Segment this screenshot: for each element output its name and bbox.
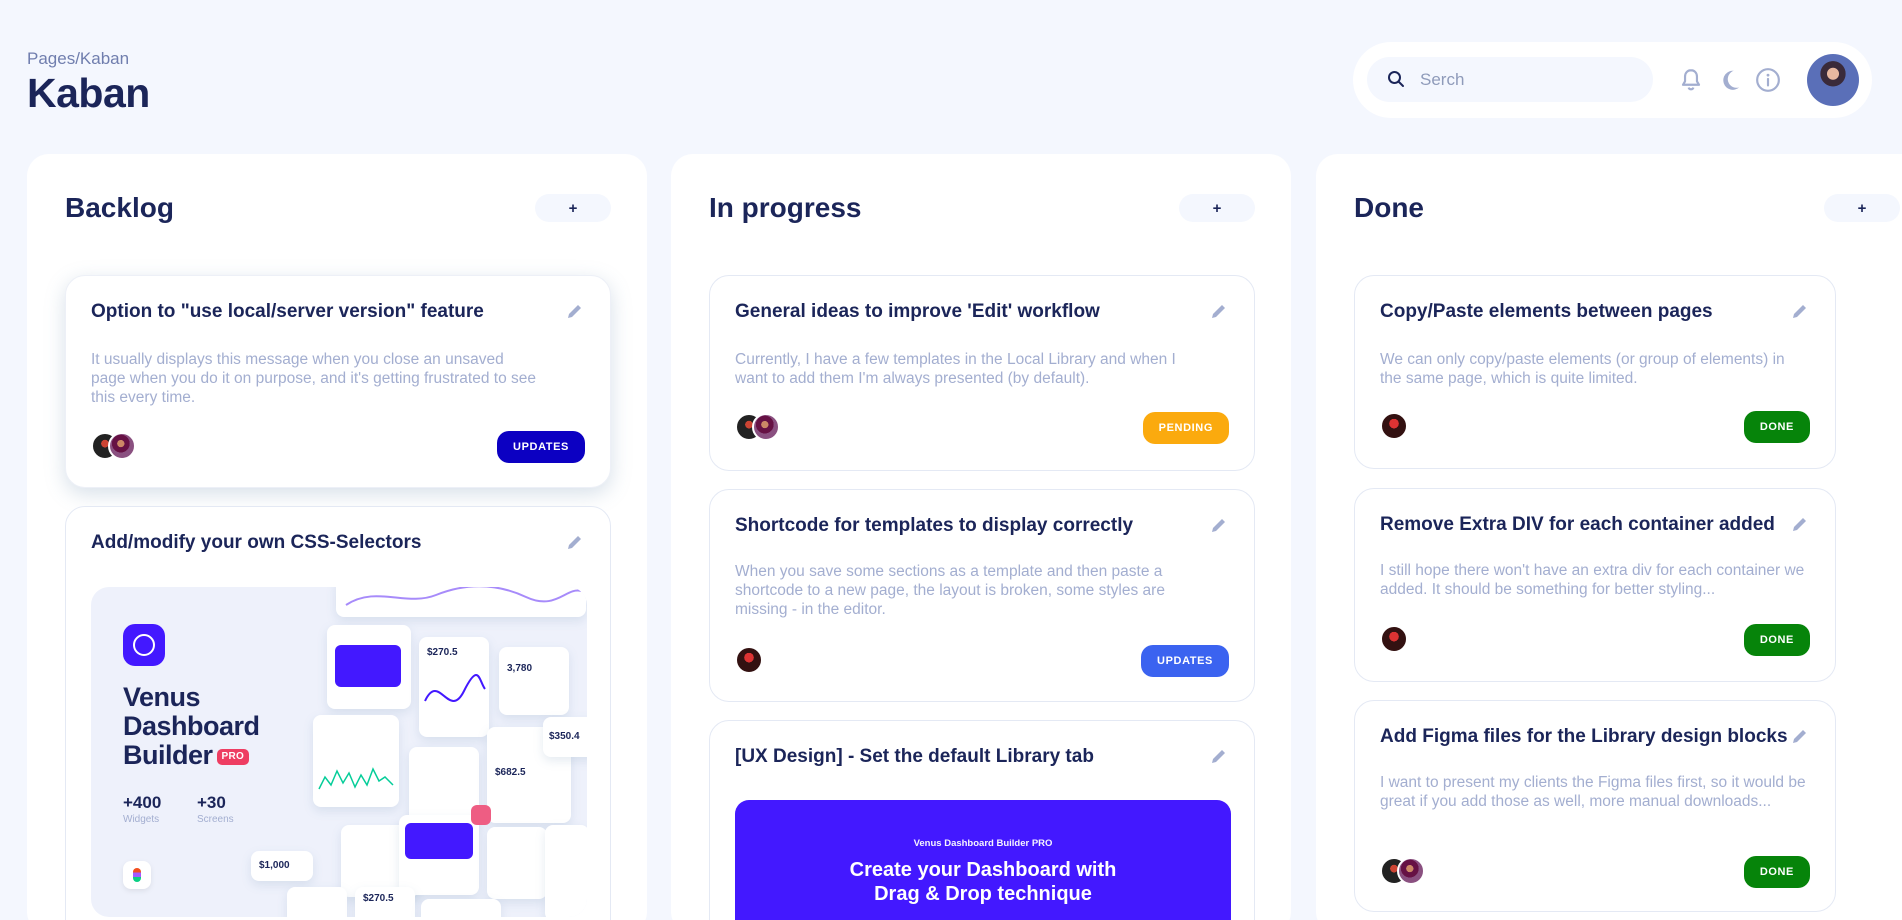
mock-value: $350.4 <box>549 731 580 742</box>
venus-logo <box>123 624 165 666</box>
column-in-progress: In progress + General ideas to improve '… <box>671 154 1291 920</box>
card-title: Option to "use local/server version" fea… <box>91 301 484 322</box>
mock-widget <box>336 587 586 617</box>
edit-pencil-icon[interactable] <box>1210 302 1228 320</box>
mock-widget: $270.5 <box>419 637 489 737</box>
search-bar[interactable] <box>1367 57 1653 102</box>
stat-label: Widgets <box>123 814 160 825</box>
avatar <box>1397 857 1425 885</box>
mock-value: $270.5 <box>363 893 394 904</box>
mock-value: $682.5 <box>495 767 526 778</box>
card-description: It usually displays this message when yo… <box>91 351 537 406</box>
edit-pencil-icon[interactable] <box>566 533 584 551</box>
mock-widget: $270.5 <box>355 887 415 917</box>
stat-value: +30 <box>197 793 226 812</box>
pro-badge: PRO <box>216 748 250 765</box>
search-icon <box>1388 71 1404 87</box>
mock-widget <box>545 825 587 917</box>
avatar <box>735 646 763 674</box>
column-title: In progress <box>709 192 862 223</box>
promo-image-venus: Venus Dashboard Builder PRO +400 Widgets … <box>91 587 587 917</box>
task-card[interactable]: Remove Extra DIV for each container adde… <box>1354 488 1836 682</box>
card-title: Add Figma files for the Library design b… <box>1380 726 1788 747</box>
mock-value: 3,780 <box>507 663 533 674</box>
status-badge[interactable]: PENDING <box>1142 412 1229 444</box>
task-card[interactable]: Shortcode for templates to display corre… <box>709 489 1255 702</box>
top-navbar <box>1353 42 1872 118</box>
mock-widget <box>287 887 347 917</box>
status-badge[interactable]: DONE <box>1743 856 1810 888</box>
task-card[interactable]: General ideas to improve 'Edit' workflow… <box>709 275 1255 471</box>
promo-image-dashboard: Venus Dashboard Builder PRO Create your … <box>735 800 1231 920</box>
mock-widget: 3,780 <box>499 647 569 715</box>
breadcrumb[interactable]: Pages/Kaban <box>27 49 129 69</box>
edit-pencil-icon[interactable] <box>1791 515 1809 533</box>
status-badge[interactable]: UPDATES <box>497 431 585 463</box>
search-input[interactable] <box>1420 57 1640 102</box>
avatar <box>752 413 780 441</box>
add-card-button[interactable]: + <box>1179 194 1255 222</box>
column-done: Done + Copy/Paste elements between pages… <box>1316 154 1902 920</box>
avatar <box>1380 625 1408 653</box>
card-description: I want to present my clients the Figma f… <box>1380 774 1806 810</box>
task-card[interactable]: Option to "use local/server version" fea… <box>65 275 611 488</box>
edit-pencil-icon[interactable] <box>1791 302 1809 320</box>
moon-icon[interactable] <box>1717 67 1743 93</box>
mock-value: $1,000 <box>259 860 290 871</box>
card-title: Remove Extra DIV for each container adde… <box>1380 514 1775 535</box>
task-card[interactable]: Copy/Paste elements between pages We can… <box>1354 275 1836 469</box>
column-title: Backlog <box>65 192 174 223</box>
promo-headline: Create your Dashboard with Drag & Drop t… <box>849 859 1117 905</box>
column-title: Done <box>1354 192 1424 223</box>
add-card-button[interactable]: + <box>535 194 611 222</box>
task-card[interactable]: [UX Design] - Set the default Library ta… <box>709 720 1255 920</box>
card-description: I still hope there won't have an extra d… <box>1380 562 1805 598</box>
page-title: Kaban <box>27 70 150 116</box>
edit-pencil-icon[interactable] <box>1210 516 1228 534</box>
mock-dot <box>471 805 491 825</box>
mock-widget <box>327 625 411 709</box>
promo-subtitle: Venus Dashboard Builder PRO <box>913 838 1053 849</box>
card-title: Shortcode for templates to display corre… <box>735 515 1134 536</box>
avatar <box>1380 412 1408 440</box>
mock-widget: $1,000 <box>251 851 313 881</box>
mock-widget <box>487 827 547 899</box>
card-title: [UX Design] - Set the default Library ta… <box>735 746 1094 767</box>
edit-pencil-icon[interactable] <box>1210 747 1228 765</box>
card-title: General ideas to improve 'Edit' workflow <box>735 301 1100 322</box>
mock-widget <box>313 715 399 807</box>
mock-widget <box>421 899 501 917</box>
status-badge[interactable]: DONE <box>1743 624 1810 656</box>
task-card[interactable]: Add Figma files for the Library design b… <box>1354 700 1836 912</box>
column-backlog: Backlog + Option to "use local/server ve… <box>27 154 647 920</box>
add-card-button[interactable]: + <box>1824 194 1900 222</box>
status-badge[interactable]: DONE <box>1743 411 1810 443</box>
stat-value: +400 <box>123 793 162 812</box>
info-icon[interactable] <box>1755 67 1781 93</box>
bell-icon[interactable] <box>1678 67 1704 93</box>
card-description: Currently, I have a few templates in the… <box>735 351 1176 387</box>
card-title: Copy/Paste elements between pages <box>1380 301 1713 322</box>
card-title: Add/modify your own CSS-Selectors <box>91 532 422 553</box>
promo-title: Venus Dashboard Builder PRO <box>123 682 260 770</box>
stat-label: Screens <box>197 814 234 825</box>
avatar <box>108 432 136 460</box>
status-badge[interactable]: UPDATES <box>1141 645 1229 677</box>
mock-widget <box>399 815 479 895</box>
task-card[interactable]: Add/modify your own CSS-Selectors Venus … <box>65 506 611 920</box>
mock-value: $270.5 <box>427 647 458 658</box>
figma-icon <box>123 861 151 889</box>
mock-widget: $350.4 <box>543 717 587 757</box>
user-avatar[interactable] <box>1807 54 1859 106</box>
card-description: We can only copy/paste elements (or grou… <box>1380 351 1785 387</box>
edit-pencil-icon[interactable] <box>1791 727 1809 745</box>
edit-pencil-icon[interactable] <box>566 302 584 320</box>
card-description: When you save some sections as a templat… <box>735 563 1165 618</box>
